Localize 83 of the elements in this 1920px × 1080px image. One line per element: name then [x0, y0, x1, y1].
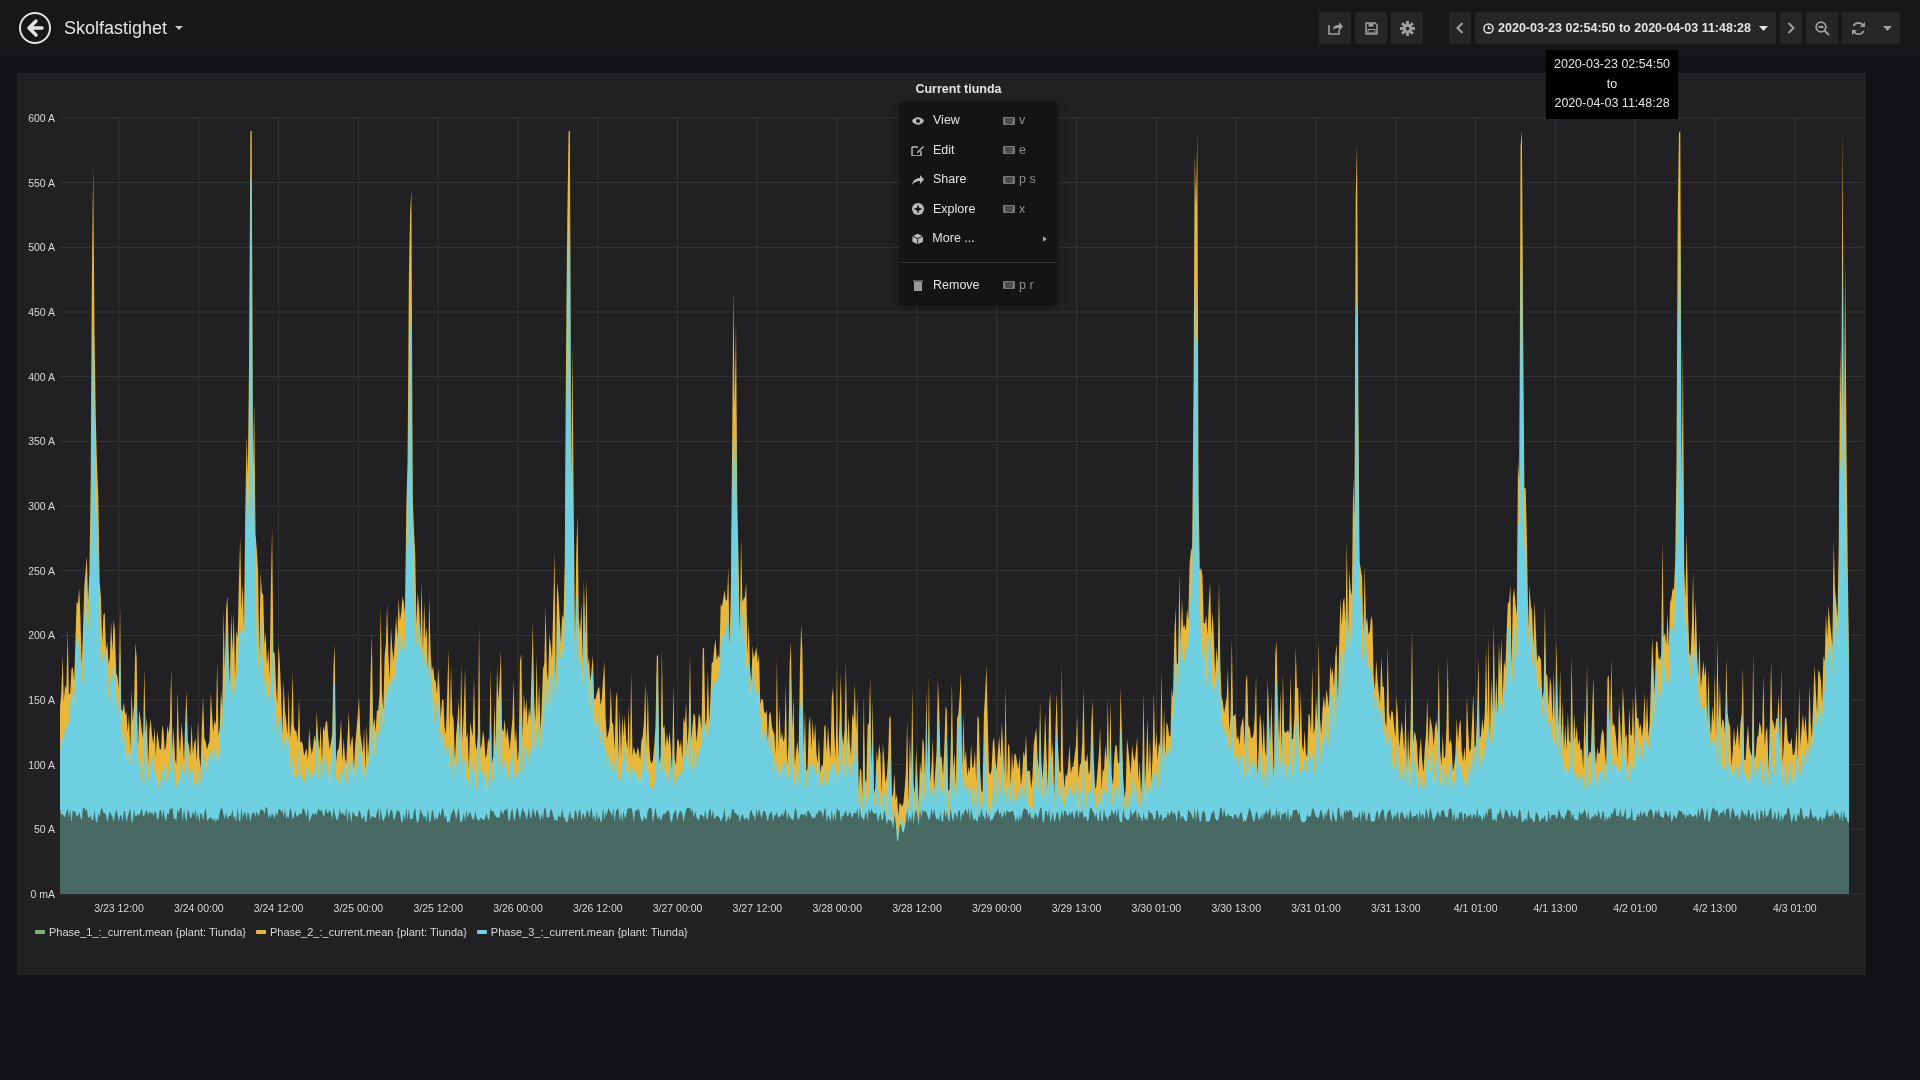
x-axis-label: 3/26 12:00 — [573, 902, 623, 914]
x-axis-label: 3/27 00:00 — [652, 902, 703, 914]
save-button[interactable] — [1355, 12, 1388, 44]
x-axis-label: 3/26 00:00 — [493, 902, 543, 914]
x-axis-label: 4/3 01:00 — [1772, 902, 1817, 914]
trash-icon — [911, 279, 925, 292]
x-axis-label: 3/30 01:00 — [1131, 902, 1182, 914]
x-axis-label: 3/25 00:00 — [333, 902, 384, 914]
caret-icon — [1759, 25, 1768, 31]
menu-item[interactable]: View — [933, 111, 1003, 131]
x-axis-label: 3/27 12:00 — [732, 902, 783, 914]
y-axis-label: 500 A — [28, 241, 55, 254]
zoom-out-icon — [1814, 20, 1830, 36]
y-axis-label: 250 A — [28, 564, 55, 577]
x-axis-label: 3/23 12:00 — [94, 902, 144, 914]
next-button[interactable] — [1780, 12, 1802, 44]
x-axis-label: 3/31 13:00 — [1371, 902, 1421, 914]
refresh-options-button[interactable] — [1874, 12, 1900, 44]
x-axis-label: 3/28 12:00 — [892, 902, 942, 914]
share-icon — [1327, 21, 1343, 35]
x-axis-label: 3/25 12:00 — [413, 902, 463, 914]
x-axis-label: 4/1 01:00 — [1453, 902, 1498, 914]
edit-icon — [911, 144, 925, 157]
keyboard-icon — [1003, 205, 1015, 214]
legend-label[interactable]: Phase_1_:_current.mean {plant: Tiunda} — [49, 924, 246, 941]
menu-item[interactable]: Explore — [933, 199, 1003, 219]
refresh-icon — [1850, 20, 1866, 36]
menu-item[interactable]: Edit — [933, 140, 1003, 160]
legend-label[interactable]: Phase_2_:_current.mean {plant: Tiunda} — [269, 924, 467, 941]
x-axis-label: 3/24 00:00 — [174, 902, 224, 914]
keyboard-icon — [1003, 116, 1015, 125]
chevron-right-icon — [1787, 22, 1795, 34]
menu-item[interactable]: Remove — [933, 275, 1003, 295]
y-axis-label: 100 A — [28, 758, 55, 771]
clock-icon — [1483, 22, 1495, 34]
x-axis-label: 3/24 12:00 — [253, 902, 304, 914]
caret-icon — [1882, 25, 1892, 31]
y-axis-label: 50 A — [33, 823, 55, 836]
y-axis-label: 150 A — [28, 694, 55, 706]
shortcut-label: p s — [1019, 171, 1036, 189]
share-button[interactable] — [1319, 12, 1352, 44]
x-axis-label: 4/2 01:00 — [1613, 902, 1658, 914]
save-icon — [1364, 21, 1378, 35]
y-axis-label: 600 A — [28, 112, 55, 124]
y-axis-label: 400 A — [28, 370, 55, 383]
y-axis-label: 450 A — [28, 306, 55, 318]
x-axis-label: 3/29 00:00 — [972, 902, 1022, 914]
x-axis-label: 3/29 13:00 — [1051, 902, 1102, 914]
keyboard-icon — [1003, 281, 1015, 290]
legend-label[interactable]: Phase_3_:_current.mean {plant: Tiunda} — [490, 924, 688, 941]
y-axis-label: 300 A — [28, 500, 55, 512]
x-axis-label: 4/1 13:00 — [1533, 902, 1578, 914]
refresh-button[interactable] — [1842, 12, 1874, 44]
x-axis-label: 4/2 13:00 — [1693, 902, 1737, 914]
x-axis-label: 3/31 01:00 — [1291, 902, 1341, 914]
menu-item[interactable]: More ... — [932, 229, 1000, 249]
x-axis-label: 3/30 13:00 — [1211, 902, 1261, 914]
shortcut-label: x — [1019, 200, 1026, 218]
y-axis-label: 0 mA — [30, 888, 55, 900]
keyboard-icon — [1003, 175, 1015, 184]
caret-icon[interactable] — [175, 25, 184, 31]
y-axis-label: 550 A — [28, 176, 55, 189]
shortcut-label: p r — [1019, 276, 1034, 294]
tooltip: 2020-03-23 02:54:50 to 2020-04-03 11:48:28 — [1546, 50, 1679, 119]
time-range-picker[interactable]: 2020-03-23 02:54:50 to 2020-04-03 11:48:28 — [1475, 12, 1776, 44]
settings-icon — [1399, 20, 1415, 36]
panel-title[interactable]: Current tiunda — [915, 82, 1002, 96]
share-icon — [911, 173, 925, 186]
x-axis-label: 3/28 00:00 — [812, 902, 862, 914]
compass-icon — [911, 203, 925, 216]
y-axis-label: 200 A — [28, 629, 55, 642]
y-axis-label: 350 A — [28, 435, 55, 448]
eye-icon — [911, 114, 925, 127]
shortcut-label: e — [1019, 141, 1026, 159]
chevron-left-icon — [1456, 22, 1465, 34]
keyboard-icon — [1003, 146, 1015, 155]
shortcut-label: v — [1019, 112, 1026, 130]
cube-icon — [911, 232, 925, 245]
zoom-out-button[interactable] — [1806, 12, 1838, 44]
settings-button[interactable] — [1391, 12, 1424, 44]
menu-item[interactable]: Share — [933, 170, 1003, 190]
previous-button[interactable] — [1449, 12, 1472, 44]
dashboard-title[interactable]: Skolfastighet — [64, 14, 168, 42]
